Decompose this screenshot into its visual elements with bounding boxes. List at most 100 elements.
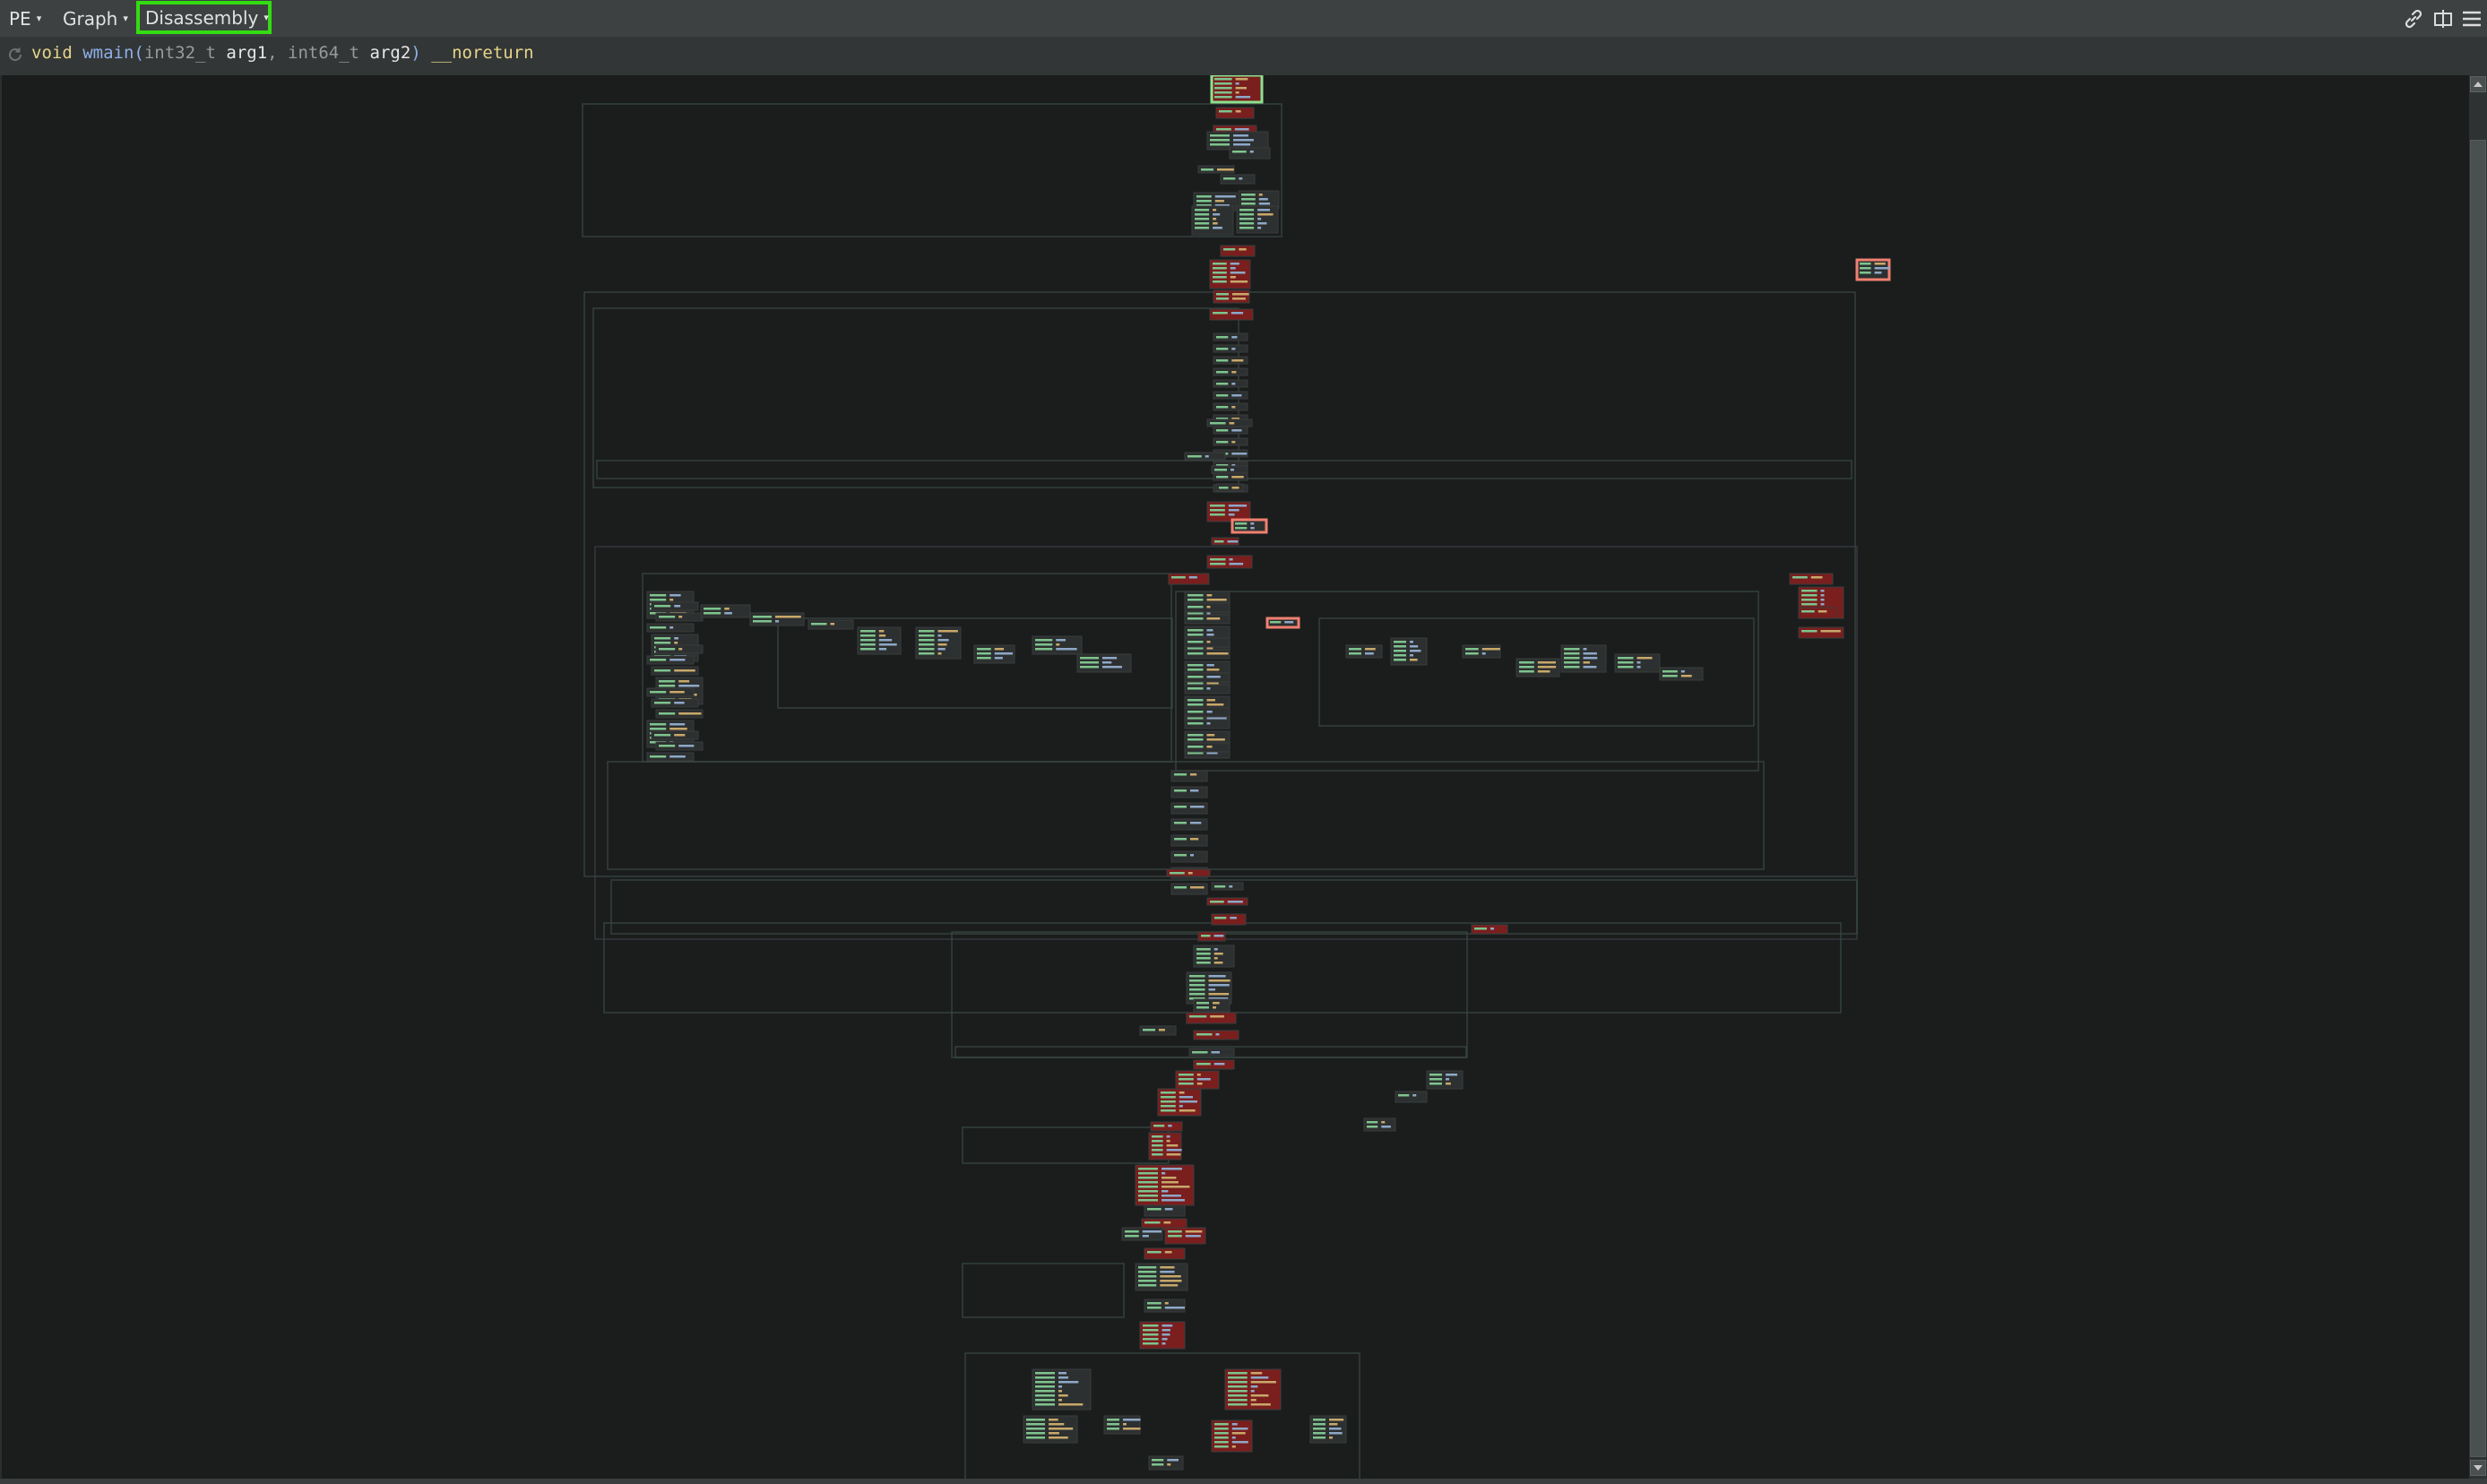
block-text-line [1394, 641, 1406, 643]
graph-block[interactable] [1209, 308, 1254, 321]
graph-block[interactable] [1170, 770, 1208, 782]
hamburger-menu-icon[interactable] [2460, 7, 2483, 30]
graph-block[interactable] [1798, 607, 1837, 619]
block-text-line [1213, 1006, 1216, 1009]
disassembly-menu[interactable]: Disassembly ▾ [136, 1, 272, 34]
block-text-line [1230, 917, 1237, 919]
graph-block[interactable] [1211, 913, 1247, 926]
block-text-line [1257, 218, 1262, 220]
scrollbar-thumb[interactable] [2470, 140, 2486, 1457]
block-text-line [1035, 1399, 1055, 1402]
block-text-line [919, 639, 935, 642]
block-text-line [704, 612, 721, 615]
block-text-line [1174, 822, 1187, 824]
refresh-icon[interactable] [6, 46, 24, 64]
vertical-scrollbar[interactable] [2469, 75, 2487, 1479]
block-text-line [1170, 872, 1185, 875]
block-text-line [669, 691, 685, 694]
graph-block[interactable] [1144, 1247, 1186, 1260]
block-text-line [1179, 1100, 1197, 1103]
graph-block[interactable] [1231, 518, 1268, 534]
graph-block[interactable] [1229, 147, 1271, 160]
graph-block[interactable] [1395, 1091, 1428, 1103]
graph-block[interactable] [1144, 1204, 1186, 1217]
block-text-line [1213, 280, 1227, 283]
block-text-line [1284, 621, 1294, 624]
block-text-line [1239, 177, 1243, 180]
block-text-line [1792, 576, 1808, 579]
graph-block[interactable] [1363, 1117, 1396, 1132]
block-text-line [1235, 522, 1248, 525]
graph-block[interactable] [1345, 644, 1383, 659]
block-text-line [1860, 263, 1871, 265]
block-text-line [937, 643, 947, 646]
control-flow-graph[interactable] [2, 73, 2469, 1484]
graph-block[interactable] [1170, 834, 1208, 847]
block-text-line [1211, 1051, 1221, 1054]
block-text-line [1257, 227, 1262, 229]
block-text-line [1185, 1230, 1203, 1233]
block-text-line [1187, 738, 1204, 741]
pe-menu[interactable]: PE ▾ [9, 0, 41, 37]
block-text-line [1465, 648, 1479, 651]
block-text-line [1210, 139, 1230, 142]
graph-block[interactable] [1798, 626, 1844, 639]
block-text-line [674, 642, 678, 644]
graph-block[interactable] [1206, 555, 1253, 569]
block-text-line [1680, 675, 1692, 677]
graph-block[interactable] [1170, 850, 1208, 863]
block-text-line [1187, 722, 1204, 725]
block-text-line [977, 648, 991, 651]
block-text-line [1216, 383, 1229, 385]
block-text-line [1662, 675, 1678, 677]
graph-block[interactable] [1148, 1455, 1184, 1471]
block-text-line [1216, 476, 1229, 479]
graph-block[interactable] [1170, 818, 1208, 831]
block-text-line [1138, 1275, 1157, 1278]
graph-block[interactable] [1144, 1298, 1186, 1313]
graph-block[interactable] [1215, 107, 1255, 119]
graph-block[interactable] [1659, 667, 1704, 681]
link-icon[interactable] [2402, 7, 2425, 30]
block-text-line [1189, 993, 1205, 996]
graph-block[interactable] [1220, 245, 1256, 257]
graph-menu[interactable]: Graph ▾ [63, 0, 128, 37]
block-text-line [1583, 661, 1590, 664]
graph-block[interactable] [1121, 1227, 1163, 1241]
graph-block[interactable] [1462, 644, 1501, 659]
graph-block[interactable] [700, 604, 751, 618]
block-text-line [1564, 648, 1580, 651]
block-text-line [1519, 661, 1534, 664]
graph-block[interactable] [1193, 998, 1231, 1013]
graph-block[interactable] [749, 612, 805, 626]
block-text-line [811, 623, 827, 626]
graph-block[interactable] [1789, 573, 1834, 585]
block-text-line [1329, 1423, 1338, 1426]
block-text-line [1026, 1419, 1045, 1421]
block-text-line [1230, 276, 1236, 279]
disassembly-graph-view[interactable] [0, 73, 2469, 1484]
block-text-line [1102, 661, 1112, 664]
graph-block[interactable] [1170, 802, 1208, 815]
block-text-line [1381, 1121, 1386, 1124]
block-text-line [654, 637, 671, 640]
graph-block[interactable] [1213, 289, 1250, 304]
graph-block[interactable] [1168, 573, 1210, 585]
split-view-icon[interactable] [2431, 7, 2455, 30]
block-text-line [1161, 1324, 1173, 1327]
block-text-line [860, 648, 876, 651]
block-text-line [1210, 143, 1230, 146]
scroll-down-button[interactable] [2470, 1460, 2486, 1476]
block-text-line [1228, 1381, 1248, 1384]
graph-block[interactable] [1170, 786, 1208, 798]
scroll-up-button[interactable] [2470, 76, 2486, 92]
graph-block[interactable] [1170, 883, 1208, 895]
block-text-line [1206, 669, 1220, 671]
block-text-line [1429, 1078, 1442, 1081]
block-text-line [1161, 1091, 1176, 1094]
block-text-line [1206, 652, 1229, 655]
block-text-line [1152, 1140, 1163, 1143]
block-text-line [1179, 1096, 1194, 1099]
block-text-line [753, 620, 772, 623]
graph-block[interactable] [1186, 1012, 1237, 1024]
